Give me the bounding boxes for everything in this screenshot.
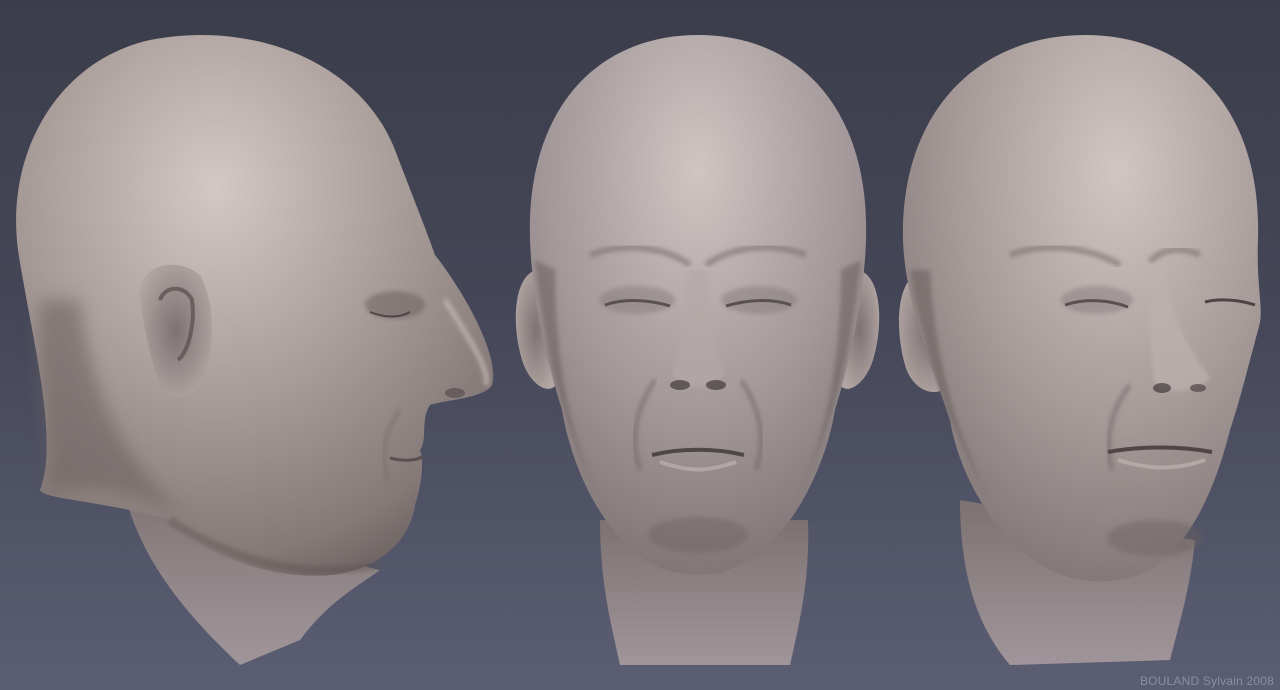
head-three-quarter-view bbox=[899, 35, 1261, 665]
render-canvas: BOULAND Sylvain 2008 bbox=[0, 0, 1280, 690]
head-front-view bbox=[515, 35, 880, 665]
sculpt-render bbox=[16, 34, 1261, 665]
artist-signature: BOULAND Sylvain 2008 bbox=[1139, 674, 1274, 688]
head-profile-view bbox=[16, 34, 494, 665]
